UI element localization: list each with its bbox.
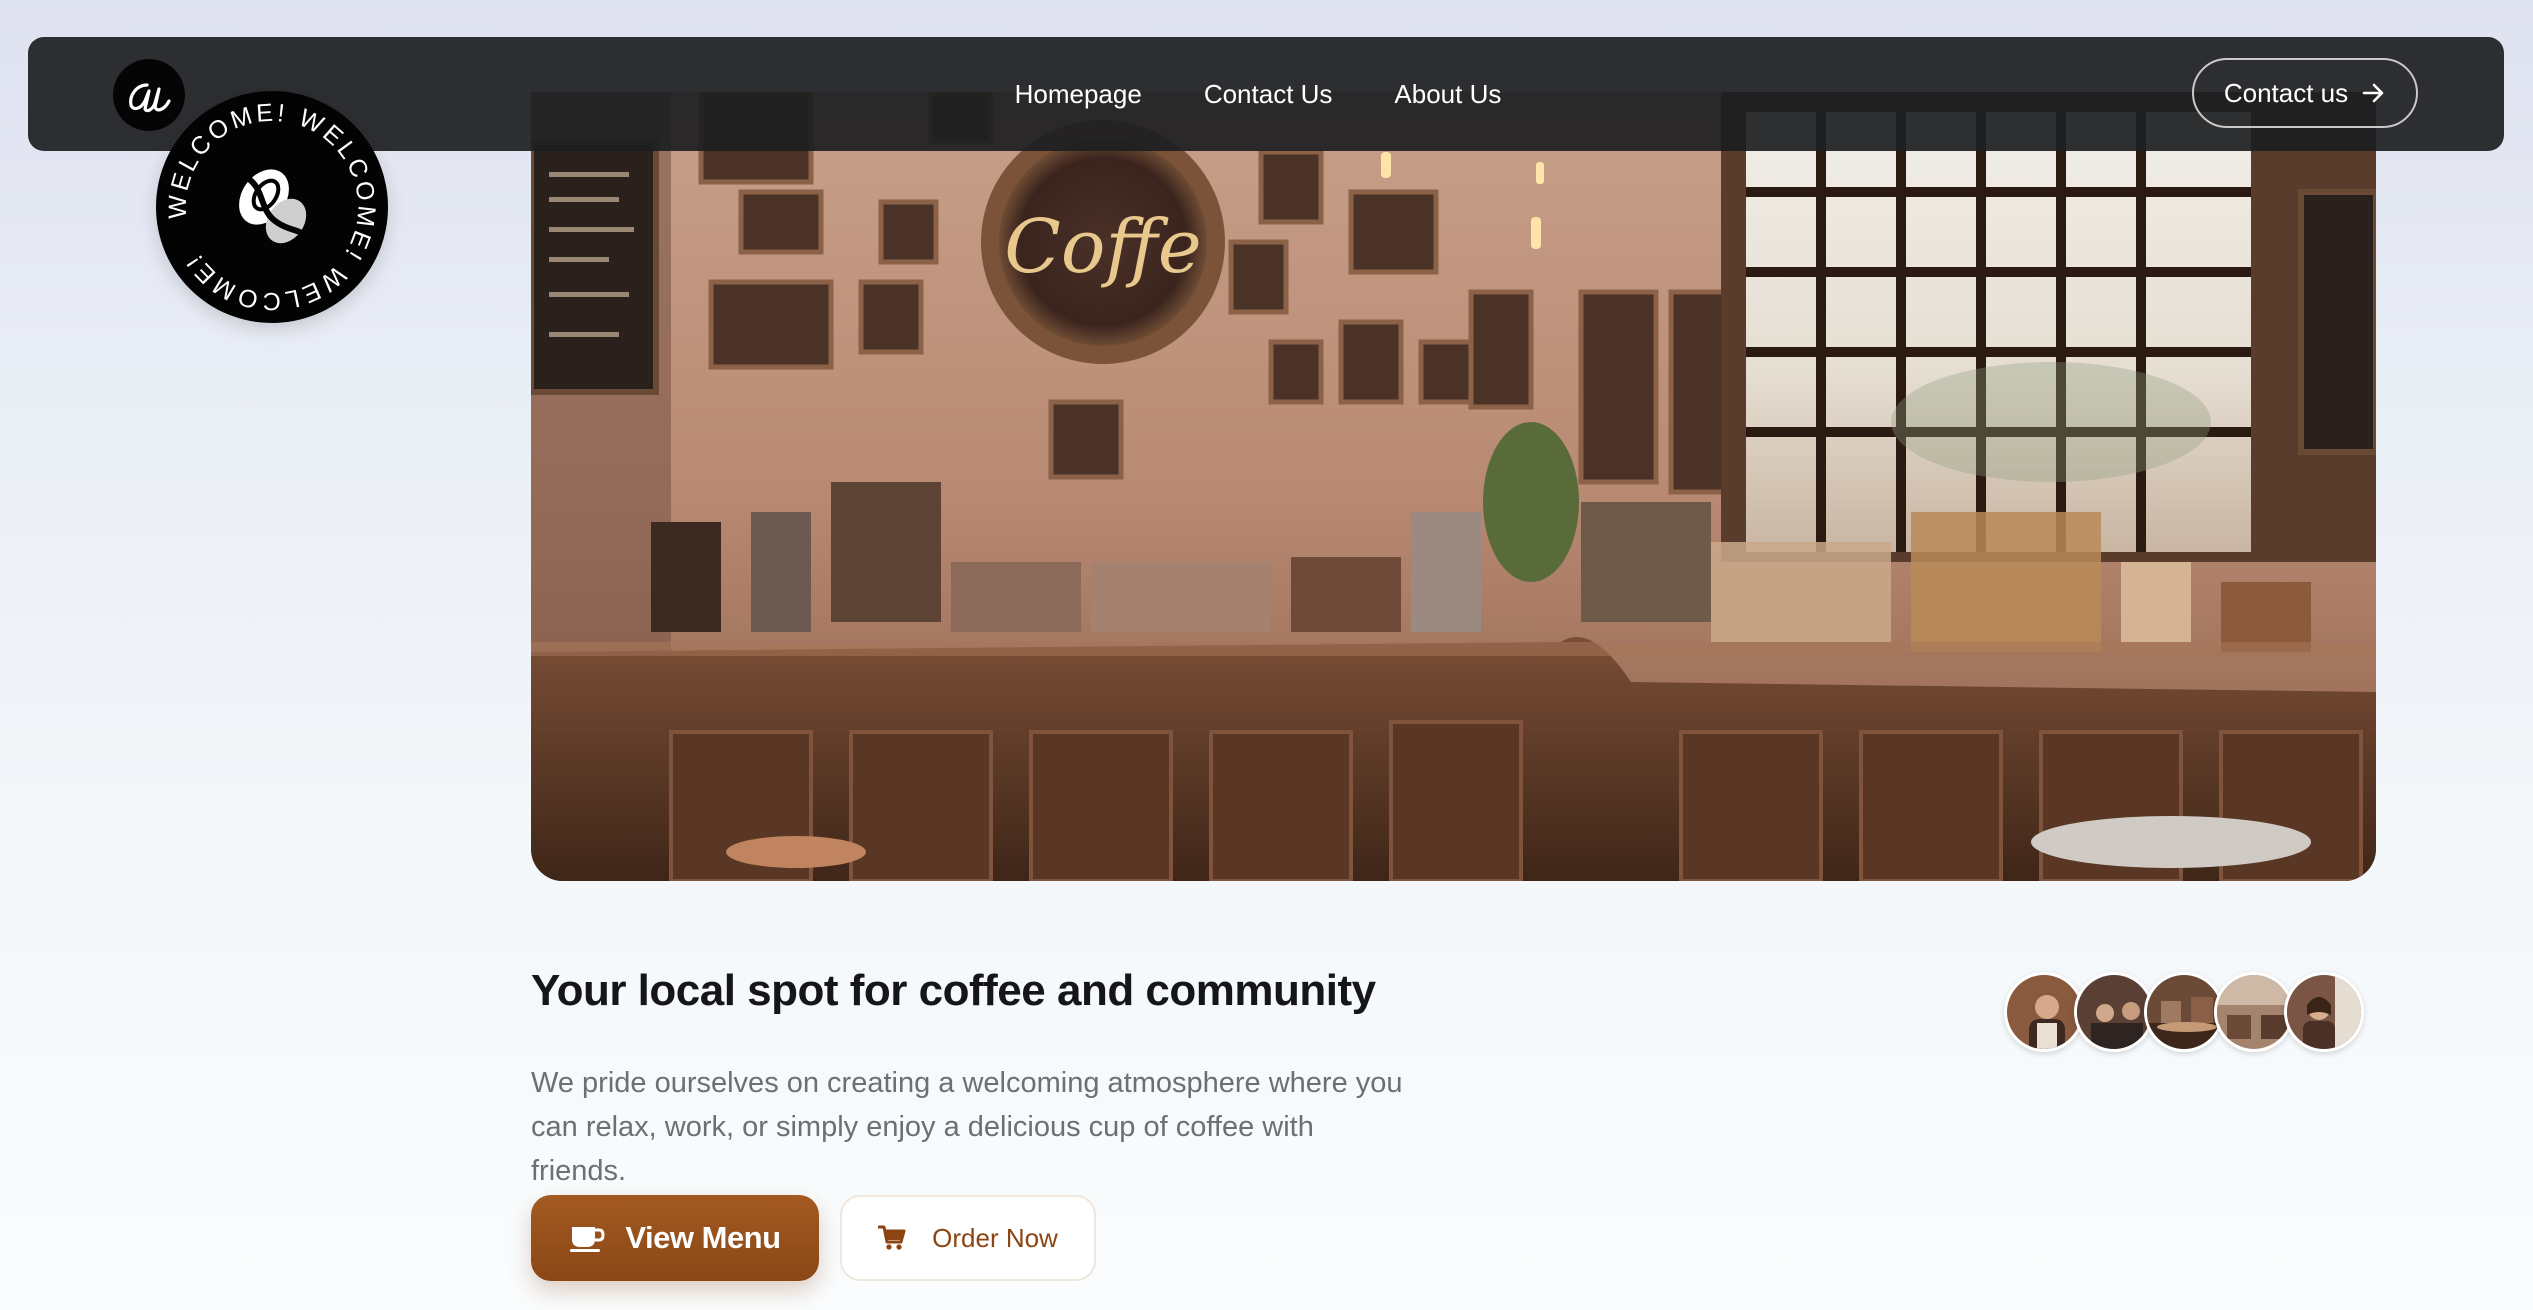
avatar xyxy=(2214,972,2294,1052)
nav-link-contact-us[interactable]: Contact Us xyxy=(1204,79,1333,110)
avatar xyxy=(2284,972,2364,1052)
view-menu-button-label: View Menu xyxy=(625,1220,781,1255)
arrow-right-icon xyxy=(2362,83,2384,103)
nav-links: Homepage Contact Us About Us xyxy=(20,37,2496,151)
nav-link-homepage[interactable]: Homepage xyxy=(1015,79,1142,110)
avatar xyxy=(2004,972,2084,1052)
view-menu-button[interactable]: View Menu xyxy=(531,1195,819,1281)
hero-sign-text: Coffe xyxy=(1004,204,1201,290)
avatar xyxy=(2144,972,2224,1052)
cart-icon xyxy=(878,1225,906,1250)
welcome-badge: WELCOME! WELCOME! WELCOME! xyxy=(149,85,394,330)
nav-link-about-us[interactable]: About Us xyxy=(1394,79,1501,110)
order-now-button-label: Order Now xyxy=(932,1222,1058,1253)
avatar-stack xyxy=(2004,972,2364,1054)
coffee-bean-logo-icon xyxy=(239,169,309,244)
order-now-button[interactable]: Order Now xyxy=(840,1195,1096,1281)
avatar xyxy=(2074,972,2154,1052)
page-headline: Your local spot for coffee and community xyxy=(531,966,1376,1015)
coffee-cup-icon xyxy=(570,1227,605,1252)
hero-image-coffee-shop: Coffe xyxy=(531,92,2376,881)
page-description: We pride ourselves on creating a welcomi… xyxy=(531,1067,1403,1187)
top-navbar: Homepage Contact Us About Us Contact us xyxy=(28,37,2504,151)
contact-us-button[interactable]: Contact us xyxy=(2192,58,2418,128)
contact-us-button-label: Contact us xyxy=(2223,77,2349,108)
